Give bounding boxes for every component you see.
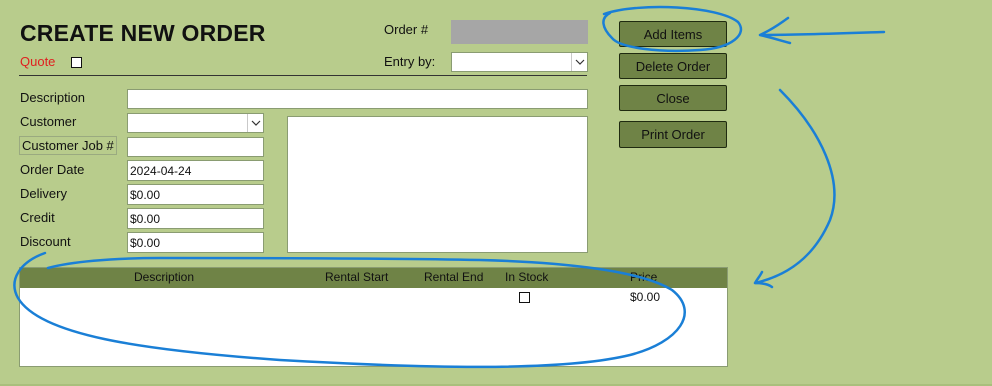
items-grid: Description Rental Start Rental End In S… xyxy=(19,267,728,367)
delivery-field[interactable]: $0.00 xyxy=(127,184,264,205)
customer-label: Customer xyxy=(20,114,77,129)
quote-checkbox[interactable] xyxy=(71,57,82,68)
column-header-description[interactable]: Description xyxy=(134,270,194,284)
chevron-down-icon[interactable] xyxy=(571,53,587,71)
column-header-in-stock[interactable]: In Stock xyxy=(505,270,548,284)
customer-job-field[interactable] xyxy=(127,137,264,157)
discount-field[interactable]: $0.00 xyxy=(127,232,264,253)
notes-textarea[interactable] xyxy=(287,116,588,253)
order-date-field[interactable]: 2024-04-24 xyxy=(127,160,264,181)
grid-header: Description Rental Start Rental End In S… xyxy=(20,268,727,288)
entry-by-label: Entry by: xyxy=(384,54,436,69)
credit-label: Credit xyxy=(20,210,55,225)
delete-order-button[interactable]: Delete Order xyxy=(619,53,727,79)
print-order-button[interactable]: Print Order xyxy=(619,121,727,148)
order-form-window: CREATE NEW ORDER Quote Order # Entry by:… xyxy=(0,0,992,386)
discount-label: Discount xyxy=(20,234,71,249)
header-divider xyxy=(19,75,587,76)
credit-field[interactable]: $0.00 xyxy=(127,208,264,229)
row-price[interactable]: $0.00 xyxy=(630,290,660,304)
order-number-label: Order # xyxy=(384,22,429,37)
description-field[interactable] xyxy=(127,89,588,109)
description-label: Description xyxy=(20,90,86,105)
order-date-label: Order Date xyxy=(20,162,85,177)
chevron-down-icon[interactable] xyxy=(247,114,263,132)
column-header-rental-end[interactable]: Rental End xyxy=(424,270,483,284)
in-stock-checkbox[interactable] xyxy=(519,292,530,303)
column-header-rental-start[interactable]: Rental Start xyxy=(325,270,388,284)
close-button[interactable]: Close xyxy=(619,85,727,111)
entry-by-dropdown[interactable] xyxy=(451,52,588,72)
delivery-label: Delivery xyxy=(20,186,67,201)
order-number-field xyxy=(451,20,588,44)
quote-label: Quote xyxy=(20,54,56,69)
add-items-button[interactable]: Add Items xyxy=(619,21,727,47)
arrow-icon xyxy=(758,16,886,45)
customer-dropdown[interactable] xyxy=(127,113,264,133)
customer-job-label: Customer Job # xyxy=(19,136,117,155)
column-header-price[interactable]: Price xyxy=(630,270,657,284)
page-title: CREATE NEW ORDER xyxy=(20,20,266,46)
curved-arrow-icon xyxy=(753,88,836,289)
